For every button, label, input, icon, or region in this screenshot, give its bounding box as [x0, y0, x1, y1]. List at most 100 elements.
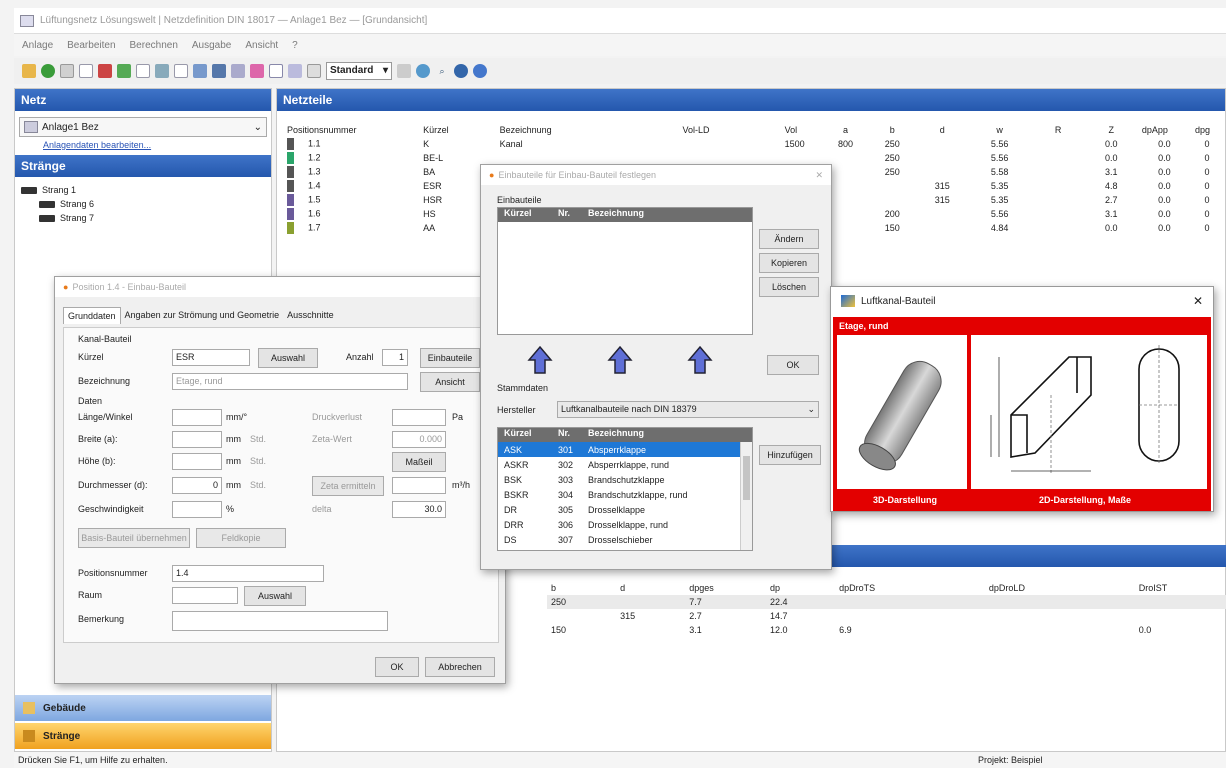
col-header[interactable]: dpDroLD	[985, 581, 1135, 595]
col-header[interactable]: a	[823, 123, 868, 137]
scrollbar-thumb[interactable]	[743, 456, 750, 500]
grid-icon[interactable]	[212, 64, 226, 78]
col-header[interactable]: dpges	[685, 581, 766, 595]
tab-stroemung[interactable]: Angaben zur Strömung und Geometrie	[121, 307, 284, 324]
copy-icon[interactable]	[155, 64, 169, 78]
help-icon[interactable]	[473, 64, 487, 78]
laenge-field[interactable]	[172, 409, 222, 426]
col-header[interactable]: Vol-LD	[679, 123, 781, 137]
col-header[interactable]: R	[1032, 123, 1085, 137]
einbau-ok-button[interactable]: OK	[767, 355, 819, 375]
loeschen-button[interactable]: Löschen	[759, 277, 819, 297]
col-header[interactable]: Kürzel	[419, 123, 496, 137]
anzahl-field[interactable]: 1	[382, 349, 408, 366]
tree-item-strang-7[interactable]: Strang 7	[21, 211, 265, 225]
info-icon[interactable]	[454, 64, 468, 78]
breite-field[interactable]	[172, 431, 222, 448]
search-icon[interactable]: ⌕	[435, 64, 449, 78]
col-header[interactable]: w	[968, 123, 1032, 137]
list-item[interactable]: DS 307 Drosselschieber	[498, 532, 752, 547]
abbrechen-button[interactable]: Abbrechen	[425, 657, 495, 677]
close-icon[interactable]: ✕	[815, 170, 823, 181]
ansicht-button[interactable]: Ansicht	[420, 372, 480, 392]
druckverlust-field[interactable]	[392, 409, 446, 426]
col-header[interactable]: DroIST	[1135, 581, 1226, 595]
zeta-field[interactable]: 0.000	[392, 431, 446, 448]
hoehe-field[interactable]	[172, 453, 222, 470]
col-header[interactable]: dpDroTS	[835, 581, 985, 595]
nav-straenge[interactable]: Stränge	[15, 723, 271, 749]
anlage-edit-link[interactable]: Anlagendaten bearbeiten...	[43, 140, 151, 150]
record-icon[interactable]	[41, 64, 55, 78]
menu-berechnen[interactable]: Berechnen	[130, 40, 178, 51]
table-row[interactable]: 1.2 BE-L 250 5.56 0.0 0.0 0	[283, 151, 1223, 165]
view-icon[interactable]	[269, 64, 283, 78]
list-item[interactable]: ASK 301 Absperrklappe	[498, 442, 752, 457]
anlage-combo[interactable]: Anlage1 Bez ⌄	[19, 117, 267, 137]
col-header[interactable]: Z	[1085, 123, 1138, 137]
col-header[interactable]: dp	[766, 581, 835, 595]
col-header[interactable]: Positionsnummer	[283, 123, 419, 137]
bemerkung-field[interactable]	[172, 611, 388, 631]
summary-row[interactable]: 315 2.7 14.7	[547, 609, 1226, 623]
list-item[interactable]: DR 305 Drosselklappe	[498, 502, 752, 517]
col-header[interactable]: b	[868, 123, 917, 137]
basis-button[interactable]: Basis-Bauteil übernehmen	[78, 528, 190, 548]
col-header[interactable]: b	[547, 581, 616, 595]
options-icon[interactable]	[397, 64, 411, 78]
layout-icon[interactable]	[288, 64, 302, 78]
menu-anlage[interactable]: Anlage	[22, 40, 53, 51]
list-item[interactable]: BSK 303 Brandschutzklappe	[498, 472, 752, 487]
menu-help[interactable]: ?	[292, 40, 298, 51]
move-up-arrow-icon[interactable]	[687, 345, 713, 375]
bezeichnung-field[interactable]: Etage, rund	[172, 373, 408, 390]
tree-item-strang-6[interactable]: Strang 6	[21, 197, 265, 211]
col-header[interactable]: d	[616, 581, 685, 595]
tab-ausschnitte[interactable]: Ausschnitte	[283, 307, 338, 324]
menu-bearbeiten[interactable]: Bearbeiten	[67, 40, 115, 51]
summary-row[interactable]: 150 3.1 12.0 6.9 0.0	[547, 623, 1226, 637]
posnr-field[interactable]: 1.4	[172, 565, 324, 582]
col-header[interactable]: dpg	[1191, 123, 1223, 137]
einbauteile-list[interactable]: Kürzel Nr. Bezeichnung	[497, 207, 753, 335]
list-item[interactable]: BSKR 304 Brandschutzklappe, rund	[498, 487, 752, 502]
calc-icon[interactable]	[193, 64, 207, 78]
hersteller-select[interactable]: Luftkanalbauteile nach DIN 18379 ⌄	[557, 401, 819, 418]
style-select[interactable]: Standard ▾	[326, 62, 392, 80]
massell-button[interactable]: Maßeil	[392, 452, 446, 472]
hinzufuegen-button[interactable]: Hinzufügen	[759, 445, 821, 465]
frame-icon[interactable]	[307, 64, 321, 78]
durchmesser-field[interactable]: 0	[172, 477, 222, 494]
page-icon[interactable]	[136, 64, 150, 78]
menu-ansicht[interactable]: Ansicht	[245, 40, 278, 51]
volumen-field[interactable]	[392, 477, 446, 494]
list-item[interactable]: ASKR 302 Absperrklappe, rund	[498, 457, 752, 472]
table-icon[interactable]	[231, 64, 245, 78]
delta-field[interactable]: 30.0	[392, 501, 446, 518]
aendern-button[interactable]: Ändern	[759, 229, 819, 249]
col-header[interactable]: Vol	[781, 123, 824, 137]
stammdaten-list[interactable]: Kürzel Nr. Bezeichnung ASK 301 Absperrklap…	[497, 427, 753, 551]
col-header[interactable]: Bezeichnung	[496, 123, 679, 137]
feldkopie-button[interactable]: Feldkopie	[196, 528, 286, 548]
close-icon[interactable]: ✕	[1193, 294, 1203, 308]
auswahl-button[interactable]: Auswahl	[258, 348, 318, 368]
chart-icon[interactable]	[250, 64, 264, 78]
summary-row[interactable]: 250 7.7 22.4	[547, 595, 1226, 609]
menu-ausgabe[interactable]: Ausgabe	[192, 40, 231, 51]
filter-icon[interactable]	[117, 64, 131, 78]
open-folder-icon[interactable]	[22, 64, 36, 78]
col-header[interactable]: dpApp	[1138, 123, 1191, 137]
raum-auswahl-button[interactable]: Auswahl	[244, 586, 306, 606]
table-row[interactable]: 1.1 K Kanal 1500 800 250 5.56 0.0 0.0 0	[283, 137, 1223, 151]
ok-button[interactable]: OK	[375, 657, 419, 677]
raum-field[interactable]	[172, 587, 238, 604]
kopieren-button[interactable]: Kopieren	[759, 253, 819, 273]
list-item[interactable]: DRR 306 Drosselklappe, rund	[498, 517, 752, 532]
paste-icon[interactable]	[174, 64, 188, 78]
print-icon[interactable]	[60, 64, 74, 78]
flag-icon[interactable]	[98, 64, 112, 78]
document-icon[interactable]	[79, 64, 93, 78]
col-header[interactable]: d	[917, 123, 968, 137]
zeta-ermitteln-button[interactable]: Zeta ermitteln	[312, 476, 384, 496]
